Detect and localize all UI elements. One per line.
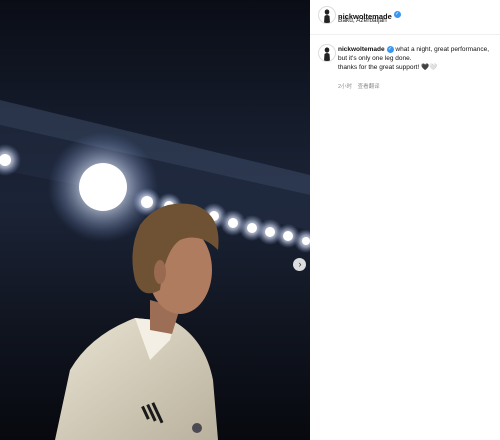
post-header: nickwoltemade ✓ Baku, Azerbaijan bbox=[310, 0, 500, 35]
caption-username[interactable]: nickwoltemade bbox=[338, 46, 385, 53]
profile-silhouette-icon bbox=[324, 47, 330, 61]
stadium-photo-illustration bbox=[0, 0, 310, 440]
avatar[interactable] bbox=[318, 6, 336, 24]
caption-line-2: thanks for the great support! 🖤🤍 bbox=[338, 64, 438, 71]
verified-badge-icon: ✓ bbox=[386, 45, 394, 53]
profile-silhouette-icon bbox=[324, 9, 330, 23]
caption-avatar[interactable] bbox=[318, 44, 336, 62]
chevron-right-icon: › bbox=[298, 259, 302, 269]
caption-text: nickwoltemade ✓ what a night, great perfo… bbox=[338, 45, 498, 72]
verified-badge-icon: ✓ bbox=[393, 11, 401, 19]
next-photo-button[interactable]: › bbox=[293, 258, 306, 271]
post-side-panel: nickwoltemade ✓ Baku, Azerbaijan nickwolt… bbox=[310, 0, 500, 440]
see-translation-button[interactable]: 查看翻译 bbox=[358, 84, 380, 90]
timestamp: 2小时 bbox=[338, 84, 353, 90]
caption-meta: 2小时 查看翻译 bbox=[338, 82, 380, 90]
location-link[interactable]: Baku, Azerbaijan bbox=[338, 17, 387, 24]
post-photo[interactable]: › bbox=[0, 0, 310, 440]
instagram-post-view: › nickwoltemade ✓ Baku, Azerbaijan nickw… bbox=[0, 0, 500, 440]
